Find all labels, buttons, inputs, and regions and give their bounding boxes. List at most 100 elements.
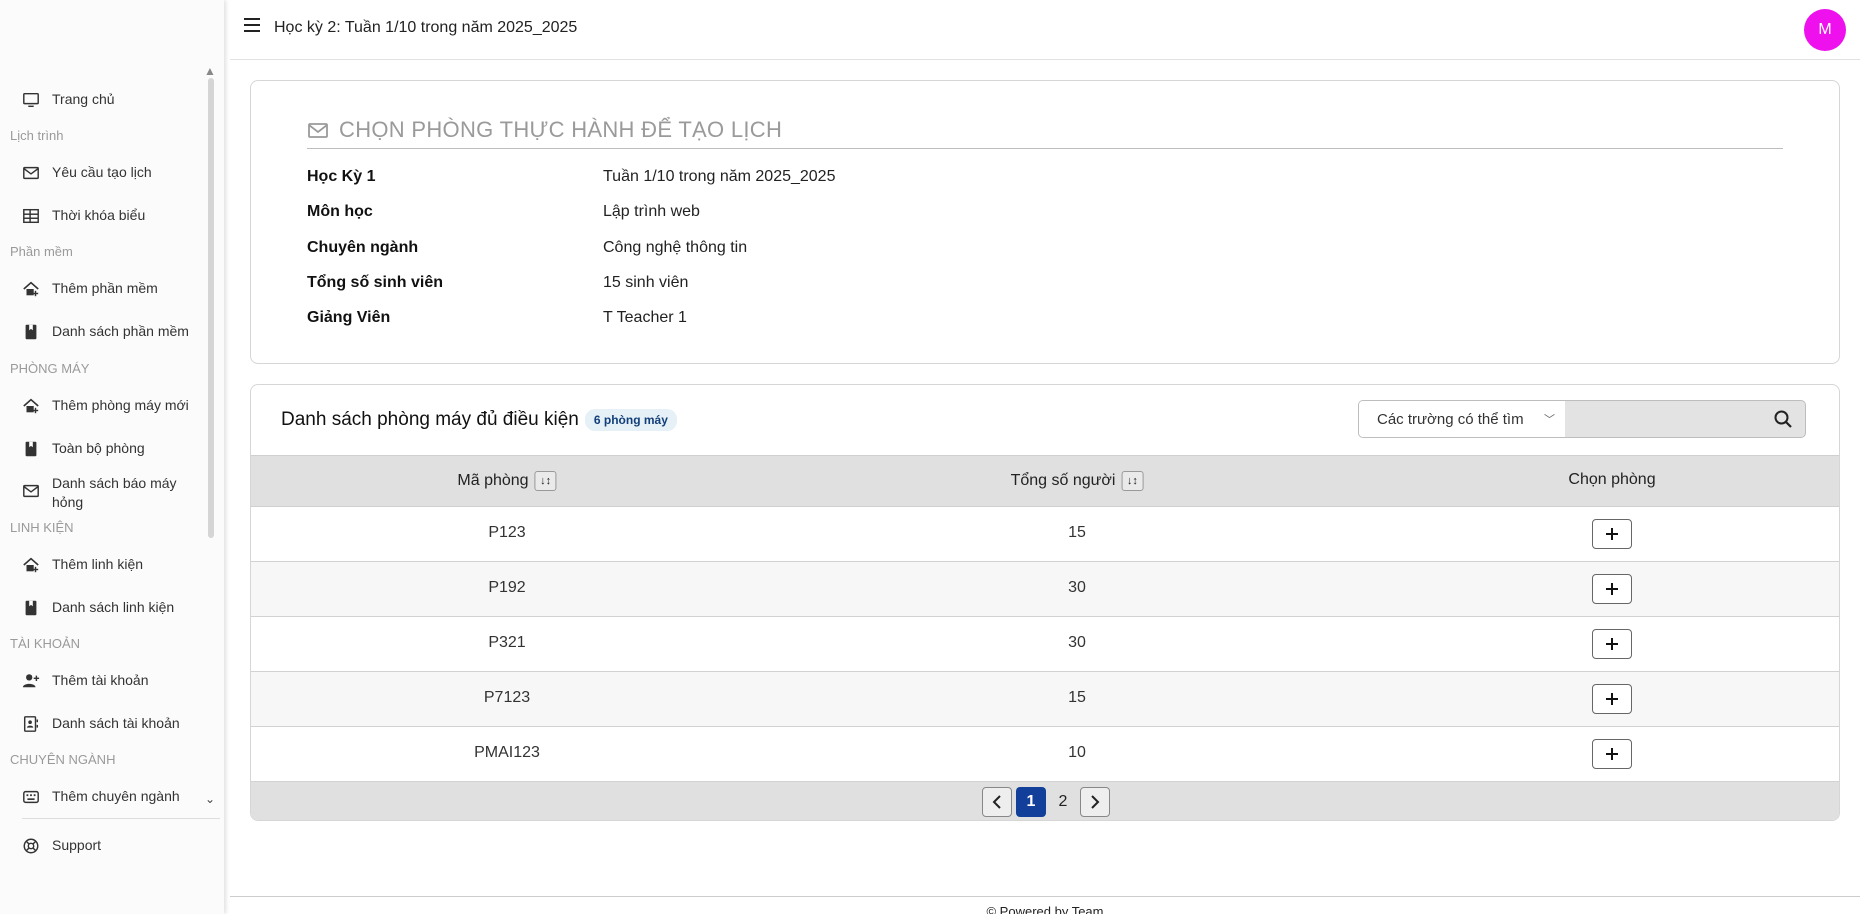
sidebar-item-label: Support — [52, 837, 102, 853]
house-plus-icon — [22, 397, 52, 415]
sidebar-item-add-room[interactable]: Thêm phòng máy mới — [22, 396, 192, 415]
plus-icon — [1606, 748, 1618, 760]
table-row: PMAI123 10 — [251, 727, 1839, 782]
select-room-button[interactable] — [1592, 684, 1632, 714]
sidebar-item-label: Trang chủ — [52, 91, 115, 107]
chevron-down-icon: ﹀ — [1544, 414, 1555, 426]
bookmark-icon — [22, 599, 52, 617]
sort-icon[interactable]: ↓↕ — [534, 471, 557, 491]
column-header-label: Tổng số người — [1010, 472, 1116, 489]
select-room-button[interactable] — [1592, 739, 1632, 769]
info-row-semester: Học Kỳ 1 Tuần 1/10 trong năm 2025_2025 — [307, 168, 835, 186]
pagination: 1 2 — [251, 782, 1839, 820]
info-value: Lập trình web — [603, 203, 700, 220]
sidebar-item-add-component[interactable]: Thêm linh kiện — [22, 555, 192, 574]
column-header-capacity[interactable]: Tổng số người ↓↕ — [1011, 471, 1144, 491]
section-components: LINH KIỆN — [10, 520, 74, 535]
sidebar: ▲ Trang chủ Lịch trình Yêu cầu tạo lịch … — [0, 0, 224, 914]
rooms-table-title-text: Danh sách phòng máy đủ điều kiện — [281, 409, 579, 430]
user-plus-icon — [22, 672, 52, 690]
envelope-icon — [308, 123, 328, 138]
prev-page-button[interactable] — [982, 787, 1012, 817]
page-title: Học kỳ 2: Tuần 1/10 trong năm 2025_2025 — [274, 19, 578, 36]
sidebar-item-timetable[interactable]: Thời khóa biểu — [22, 206, 192, 225]
rooms-table-card: Danh sách phòng máy đủ điều kiện 6 phòng… — [250, 384, 1840, 821]
sidebar-item-add-software[interactable]: Thêm phần mềm — [22, 279, 192, 298]
select-room-button[interactable] — [1592, 629, 1632, 659]
sidebar-item-label: Thêm chuyên ngành — [52, 788, 180, 804]
info-row-subject: Môn học Lập trình web — [307, 203, 700, 221]
select-room-button[interactable] — [1592, 574, 1632, 604]
footer: © Powered by Team — [230, 896, 1860, 914]
bookmark-icon — [22, 440, 52, 458]
info-value: 15 sinh viên — [603, 274, 689, 291]
column-header-room[interactable]: Mã phòng ↓↕ — [457, 471, 557, 491]
footer-text: © Powered by Team — [986, 904, 1104, 914]
sidebar-item-home[interactable]: Trang chủ — [22, 90, 192, 109]
page-button-1[interactable]: 1 — [1016, 787, 1046, 817]
chevron-right-icon — [1091, 795, 1100, 809]
lifebuoy-icon — [22, 837, 52, 855]
menu-icon[interactable] — [244, 18, 260, 32]
sort-icon[interactable]: ↓↕ — [1121, 471, 1144, 491]
cell-room: P321 — [488, 634, 526, 651]
sidebar-item-schedule-request[interactable]: Yêu cầu tạo lịch — [22, 163, 192, 182]
next-page-button[interactable] — [1080, 787, 1110, 817]
search-box: Các trường có thể tìm ﹀ — [1358, 400, 1806, 438]
cell-room: PMAI123 — [474, 744, 540, 761]
table-row: P123 15 — [251, 507, 1839, 562]
sidebar-item-label: Thêm tài khoản — [52, 672, 149, 688]
search-icon[interactable] — [1773, 409, 1793, 429]
table-row: P7123 15 — [251, 672, 1839, 727]
top-bar: Học kỳ 2: Tuần 1/10 trong năm 2025_2025 … — [230, 0, 1860, 60]
sidebar-item-account-list[interactable]: Danh sách tài khoản — [22, 714, 192, 733]
envelope-icon — [22, 482, 52, 500]
info-key: Tổng số sinh viên — [307, 274, 444, 291]
sidebar-item-label: Thêm linh kiện — [52, 556, 144, 572]
bookmark-icon — [22, 323, 52, 341]
plus-icon — [1606, 583, 1618, 595]
section-accounts: TÀI KHOẢN — [10, 636, 81, 651]
scroll-up-icon[interactable]: ▲ — [204, 64, 216, 78]
info-key: Chuyên ngành — [307, 239, 419, 256]
section-software: Phần mềm — [10, 244, 73, 259]
sidebar-item-label: Danh sách linh kiện — [52, 599, 175, 615]
cell-room: P123 — [488, 524, 526, 541]
cell-room: P7123 — [483, 689, 531, 706]
info-card-title: CHỌN PHÒNG THỰC HÀNH ĐỂ TẠO LỊCH — [307, 117, 782, 143]
sidebar-item-add-major[interactable]: Thêm chuyên ngành — [22, 787, 192, 806]
sidebar-scrollbar[interactable] — [208, 78, 214, 538]
cell-capacity: 15 — [1068, 524, 1086, 541]
info-key: Môn học — [307, 203, 373, 220]
cell-capacity: 15 — [1068, 689, 1086, 706]
section-rooms: PHÒNG MÁY — [10, 361, 90, 376]
sidebar-item-add-account[interactable]: Thêm tài khoản — [22, 671, 192, 690]
plus-icon — [1606, 638, 1618, 650]
info-row-major: Chuyên ngành Công nghệ thông tin — [307, 239, 747, 257]
sidebar-item-broken-reports[interactable]: Danh sách báo máy hỏng — [22, 474, 192, 512]
search-field-select[interactable]: Các trường có thể tìm ﹀ — [1359, 401, 1565, 437]
sidebar-item-support[interactable]: Support — [22, 836, 192, 855]
sidebar-item-component-list[interactable]: Danh sách linh kiện — [22, 598, 192, 617]
avatar[interactable]: M — [1804, 9, 1846, 51]
table-icon — [22, 207, 52, 225]
info-value: Công nghệ thông tin — [603, 239, 748, 256]
house-plus-icon — [22, 556, 52, 574]
monitor-icon — [22, 91, 52, 109]
plus-icon — [1606, 528, 1618, 540]
contact-card-icon — [22, 715, 52, 733]
select-room-button[interactable] — [1592, 519, 1632, 549]
column-header-select: Chọn phòng — [1568, 471, 1655, 489]
sidebar-item-all-rooms[interactable]: Toàn bộ phòng — [22, 439, 192, 458]
sidebar-item-label: Danh sách báo máy hỏng — [52, 475, 177, 510]
section-schedule: Lịch trình — [10, 128, 64, 143]
chevron-down-icon[interactable]: ⌄ — [205, 792, 215, 806]
info-key: Học Kỳ 1 — [307, 168, 376, 185]
table-row: P192 30 — [251, 562, 1839, 617]
sidebar-item-label: Thêm phòng máy mới — [52, 397, 189, 413]
keyboard-icon — [22, 788, 52, 806]
sidebar-item-software-list[interactable]: Danh sách phần mềm — [22, 322, 192, 341]
sidebar-divider — [22, 818, 220, 819]
column-header-label: Mã phòng — [457, 472, 529, 489]
page-button-2[interactable]: 2 — [1051, 787, 1075, 817]
